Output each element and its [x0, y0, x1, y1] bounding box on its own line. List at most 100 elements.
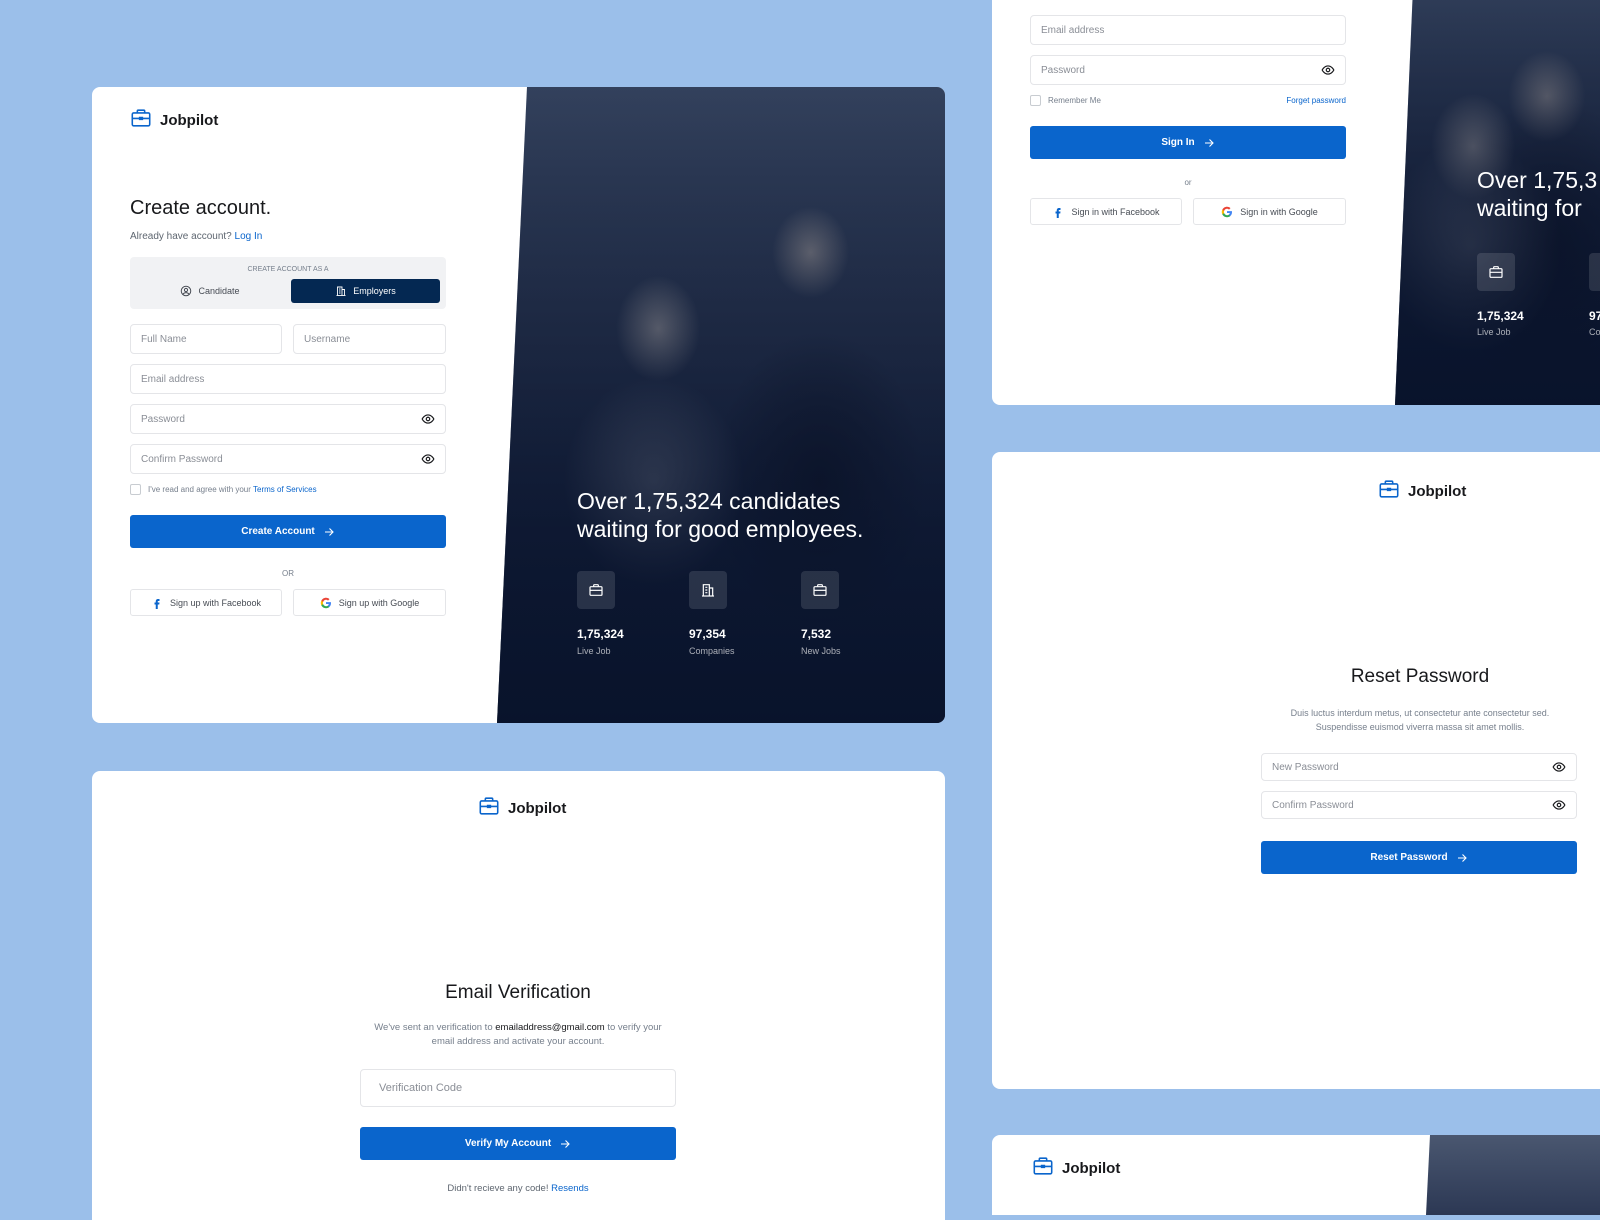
verify-email: emailaddress@gmail.com — [495, 1022, 605, 1033]
employers-tab[interactable]: Employers — [291, 279, 440, 303]
arrow-right-icon — [1204, 138, 1214, 147]
username-input[interactable] — [293, 324, 446, 354]
google-signin-button[interactable]: Sign in with Google — [1193, 198, 1346, 225]
hero-headline-partial: Over 1,75,3 waiting for — [1477, 166, 1600, 222]
reset-description-line2: Suspendisse euismod viverra massa sit am… — [1315, 722, 1525, 732]
briefcase-icon — [813, 584, 827, 596]
signin-card: Remember Me Forget password Sign In or S… — [992, 0, 1600, 405]
briefcase-icon — [589, 584, 603, 596]
hero-photo-partial — [1426, 1135, 1600, 1215]
verify-desc-suffix: to verify your — [607, 1022, 662, 1033]
brand-logo[interactable]: Jobpilot — [478, 795, 566, 821]
hero-headline-line1: Over 1,75,324 candidates — [577, 488, 841, 514]
account-type-label: CREATE ACCOUNT AS A — [247, 266, 329, 273]
partial-card: Jobpilot — [992, 1135, 1600, 1215]
facebook-icon — [1055, 207, 1061, 218]
google-icon — [320, 597, 331, 608]
verification-code-input[interactable] — [360, 1069, 676, 1107]
resend-link[interactable]: Resends — [551, 1183, 589, 1194]
candidate-tab[interactable]: Candidate — [136, 279, 284, 303]
verify-title: Email Verification — [445, 982, 591, 1003]
facebook-icon — [154, 598, 160, 609]
briefcase-icon — [1489, 266, 1503, 278]
fullname-input[interactable] — [130, 324, 282, 354]
reset-title: Reset Password — [1350, 666, 1490, 687]
eye-icon[interactable] — [1552, 798, 1566, 812]
stat-icon-new-jobs — [801, 571, 839, 609]
remember-checkbox[interactable] — [1030, 95, 1041, 106]
brand-logo[interactable]: Jobpilot — [1032, 1155, 1120, 1181]
verify-card: Jobpilot Email Verification We've sent a… — [92, 771, 945, 1220]
facebook-signin-button[interactable]: Sign in with Facebook — [1030, 198, 1182, 225]
stat-icon-companies — [689, 571, 727, 609]
signin-button[interactable]: Sign In — [1030, 126, 1346, 159]
stat-label: New Jobs — [801, 646, 841, 656]
account-type-selector: CREATE ACCOUNT AS A Candidate Employers — [130, 257, 446, 309]
signup-title: Create account. — [130, 197, 272, 219]
terms-prefix: I've read and agree with your — [148, 485, 251, 494]
stat-icon-companies — [1589, 253, 1600, 291]
facebook-signin-label: Sign in with Facebook — [1071, 206, 1160, 217]
arrow-right-icon — [324, 527, 334, 536]
password-input[interactable] — [130, 404, 446, 434]
reset-description-line1: Duis luctus interdum metus, ut consectet… — [1290, 708, 1550, 718]
brand-name: Jobpilot — [508, 799, 567, 817]
stat-label: Live Job — [577, 646, 611, 656]
facebook-signup-button[interactable]: Sign up with Facebook — [130, 589, 282, 616]
stat-icon-live-job — [577, 571, 615, 609]
verify-desc-prefix: We've sent an verification to — [374, 1022, 493, 1033]
google-signup-label: Sign up with Google — [338, 597, 420, 608]
brand-name: Jobpilot — [1408, 482, 1467, 500]
brand-name: Jobpilot — [1062, 1159, 1121, 1177]
signin-email-input[interactable] — [1030, 15, 1346, 45]
hero-photo-partial: Over 1,75,3 waiting for 1,75,324 Live Jo… — [1395, 0, 1600, 405]
stat-icon-live-job — [1477, 253, 1515, 291]
new-password-input[interactable] — [1261, 753, 1577, 781]
arrow-right-icon — [1457, 853, 1467, 862]
create-account-button[interactable]: Create Account — [130, 515, 446, 548]
briefcase-logo-icon — [1378, 478, 1400, 504]
hero-photo: Over 1,75,324 candidates waiting for goo… — [497, 87, 945, 723]
employers-tab-label: Employers — [353, 286, 396, 296]
buildings-icon — [336, 286, 346, 296]
eye-icon[interactable] — [421, 412, 435, 426]
eye-icon[interactable] — [1552, 760, 1566, 774]
reset-password-button[interactable]: Reset Password — [1261, 841, 1577, 874]
hero-headline-line2: waiting for — [1477, 195, 1582, 221]
eye-icon[interactable] — [421, 452, 435, 466]
google-signin-label: Sign in with Google — [1240, 206, 1318, 217]
forget-password-link[interactable]: Forget password — [1248, 96, 1346, 105]
stat-value: 1,75,324 — [577, 627, 624, 641]
brand-logo[interactable]: Jobpilot — [1378, 478, 1466, 504]
terms-text: I've read and agree with your Terms of S… — [148, 485, 317, 494]
user-circle-icon — [181, 285, 192, 297]
reset-description: Duis luctus interdum metus, ut consectet… — [1222, 706, 1600, 734]
signin-password-input[interactable] — [1030, 55, 1346, 85]
login-prompt: Already have account? Log In — [130, 231, 262, 242]
verify-description-line2: email address and activate your account. — [431, 1036, 605, 1047]
verify-description: We've sent an verification to emailaddre… — [300, 1021, 736, 1049]
buildings-icon — [702, 584, 714, 597]
stat-label: Companies — [689, 646, 735, 656]
stat-label: Co — [1589, 327, 1600, 337]
or-divider: OR — [282, 569, 294, 578]
google-icon — [1221, 206, 1233, 217]
eye-icon[interactable] — [1321, 63, 1335, 77]
verify-account-button[interactable]: Verify My Account — [360, 1127, 676, 1160]
stat-value: 7,532 — [801, 627, 832, 641]
hero-headline: Over 1,75,324 candidates waiting for goo… — [577, 487, 937, 543]
terms-link[interactable]: Terms of Services — [253, 485, 317, 494]
brand-name: Jobpilot — [160, 111, 219, 129]
confirm-password-input[interactable] — [130, 444, 446, 474]
brand-logo[interactable]: Jobpilot — [130, 107, 218, 133]
stat-value: 1,75,324 — [1477, 309, 1524, 323]
login-link[interactable]: Log In — [235, 231, 263, 242]
or-divider: or — [1184, 178, 1192, 187]
email-input[interactable] — [130, 364, 446, 394]
resend-text: Didn't recieve any code! — [447, 1183, 549, 1194]
terms-checkbox[interactable] — [130, 484, 141, 495]
arrow-right-icon — [561, 1139, 570, 1148]
google-signup-button[interactable]: Sign up with Google — [293, 589, 446, 616]
reset-confirm-password-input[interactable] — [1261, 791, 1577, 819]
briefcase-logo-icon — [478, 795, 500, 821]
